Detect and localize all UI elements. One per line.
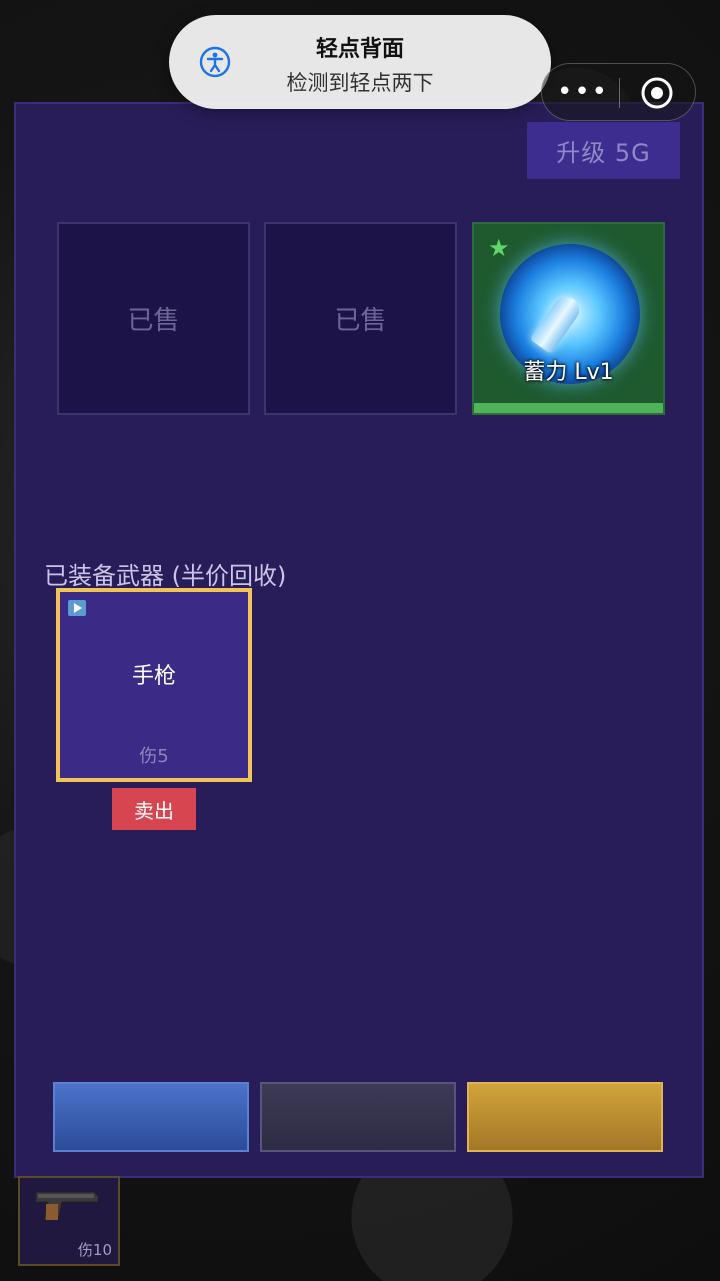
sell-button[interactable]: 卖出	[112, 788, 196, 830]
pistol-icon	[35, 1191, 99, 1221]
sold-label: 已售	[127, 306, 180, 336]
bottom-button-gray[interactable]	[260, 1082, 456, 1152]
capsule-divider	[619, 78, 620, 108]
star-icon: ★	[488, 234, 510, 262]
inventory-weapon-damage: 伤10	[77, 1241, 112, 1259]
item-label: 蓄力 Lv1	[523, 360, 614, 385]
item-rarity-bar	[474, 403, 663, 413]
toast-title: 轻点背面	[315, 37, 404, 62]
target-close-icon[interactable]	[640, 76, 674, 110]
shop-slot-2[interactable]: 已售	[264, 222, 457, 415]
sold-label: 已售	[334, 306, 387, 336]
weapon-damage: 伤5	[139, 746, 169, 767]
weapon-name: 手枪	[131, 664, 176, 689]
more-menu-button[interactable]: •••	[550, 72, 616, 112]
inventory-weapon-card[interactable]: 伤10	[18, 1176, 120, 1266]
shop-panel: 升级 5G 已售 已售 ★ 蓄力 Lv1 已装备武器 (半价回收) 手枪 伤5 …	[14, 102, 704, 1178]
play-icon	[68, 600, 86, 616]
bottom-button-blue[interactable]	[53, 1082, 249, 1152]
equipped-weapon-card[interactable]: 手枪 伤5	[56, 588, 252, 782]
shop-slot-3[interactable]: ★ 蓄力 Lv1	[472, 222, 665, 415]
back-tap-toast: 轻点背面 检测到轻点两下	[169, 15, 551, 109]
bottom-button-gold[interactable]	[467, 1082, 663, 1152]
shop-slot-1[interactable]: 已售	[57, 222, 250, 415]
mini-program-capsule: •••	[541, 63, 696, 121]
equipped-weapons-title: 已装备武器 (半价回收)	[44, 562, 287, 590]
upgrade-button[interactable]: 升级 5G	[527, 122, 680, 179]
toast-subtitle: 检测到轻点两下	[286, 71, 434, 95]
